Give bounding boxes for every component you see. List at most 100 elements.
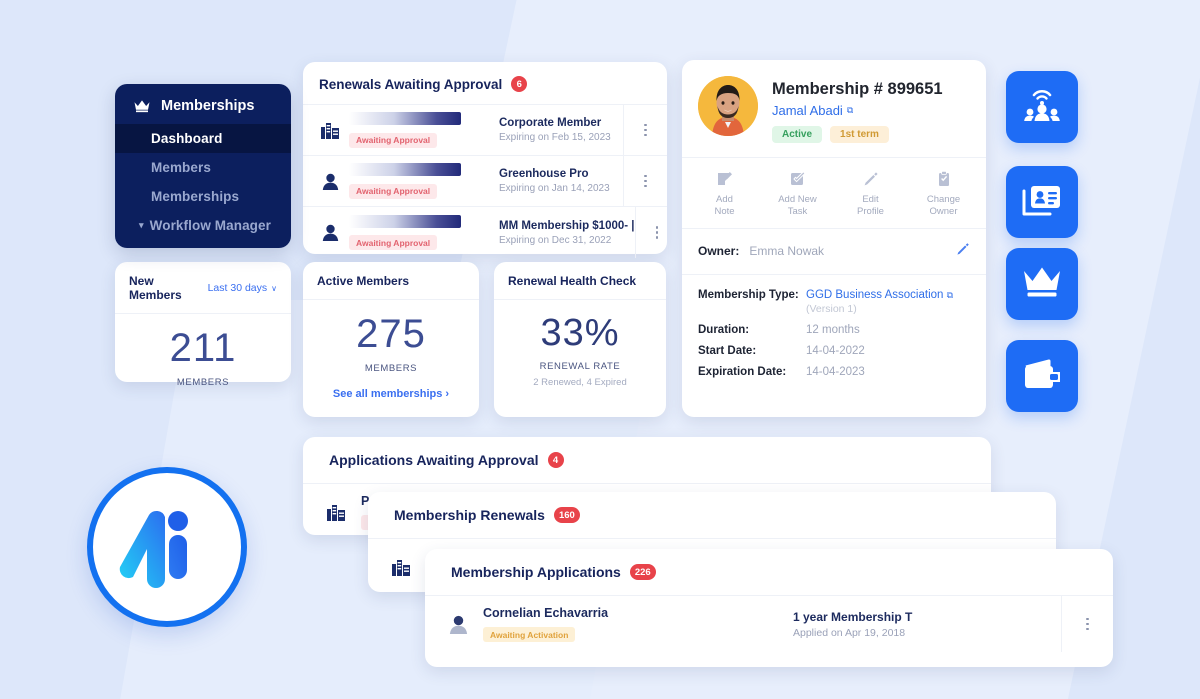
- ai-logo-mark: [119, 510, 188, 588]
- card-header: Active Members: [303, 262, 479, 300]
- table-row[interactable]: Cornelian Echavarria Awaiting Activation…: [425, 596, 1113, 652]
- clipboard-icon: [907, 170, 980, 188]
- ai-logo: [87, 467, 247, 627]
- stat-label: RENEWAL RATE: [539, 361, 621, 372]
- building-icon: [321, 504, 351, 521]
- table-row[interactable]: Awaiting Approval MM Membership $1000- |…: [303, 207, 667, 258]
- applied-date: Applied on Apr 19, 2018: [793, 626, 906, 639]
- card-title-text: Renewals Awaiting Approval: [319, 76, 503, 92]
- avatar: [698, 76, 758, 136]
- card-title: New Members: [129, 274, 208, 302]
- building-icon: [386, 559, 416, 576]
- crown-button[interactable]: [1006, 248, 1078, 320]
- field-value-wrap: GGD Business Association ⧉ (Version 1): [806, 289, 953, 315]
- sidebar-brand-label: Memberships: [161, 98, 255, 114]
- renewal-health-check-card: Renewal Health Check 33% RENEWAL RATE 2 …: [494, 262, 666, 417]
- detail-header: Membership # 899651 Jamal Abadi ⧉ Active…: [682, 60, 986, 158]
- redaction-bar: [349, 214, 461, 228]
- detail-header-text: Membership # 899651 Jamal Abadi ⧉ Active…: [772, 76, 943, 143]
- membership-type-link[interactable]: GGD Business Association ⧉: [806, 289, 953, 301]
- expiry-text: Expiring on Jan 14, 2023: [499, 183, 610, 194]
- card-title: Applications Awaiting Approval 4: [329, 452, 991, 468]
- field-duration: Duration: 12 months: [698, 324, 970, 336]
- change-owner-button[interactable]: Change Owner: [907, 170, 980, 218]
- wallet-button[interactable]: [1006, 340, 1078, 412]
- card-title-text: Applications Awaiting Approval: [329, 452, 539, 468]
- card-title-text: Membership Renewals: [394, 507, 545, 523]
- active-members-card: Active Members 275 MEMBERS See all membe…: [303, 262, 479, 417]
- see-all-memberships-link[interactable]: See all memberships ›: [303, 388, 479, 400]
- person-icon: [443, 615, 473, 634]
- stat-label: MEMBERS: [176, 377, 230, 388]
- sidebar-item-members[interactable]: Members: [115, 153, 291, 182]
- kebab-icon: [644, 174, 647, 188]
- card-title: Renewal Health Check: [508, 274, 636, 288]
- card-body: 211 MEMBERS: [115, 314, 291, 388]
- action-label: Add Note: [714, 194, 735, 217]
- row-menu-button[interactable]: [1061, 596, 1113, 652]
- sidebar-item-memberships[interactable]: Memberships: [115, 182, 291, 211]
- wallet-icon: [1023, 358, 1061, 395]
- card-title: Membership Renewals 160: [394, 507, 1056, 523]
- card-title: Active Members: [317, 274, 409, 288]
- membership-name: 1 year Membership T: [793, 609, 913, 624]
- redacted-member: Awaiting Approval: [345, 163, 495, 199]
- row-menu-button[interactable]: [623, 156, 667, 206]
- kebab-icon: [1086, 617, 1089, 631]
- card-header: Membership Renewals 160: [368, 492, 1056, 539]
- card-header: New Members Last 30 days ∨: [115, 262, 291, 314]
- row-details: MM Membership $1000- | Expiring on Dec 3…: [495, 220, 635, 246]
- row-menu-button[interactable]: [634, 207, 679, 258]
- table-row[interactable]: Awaiting Approval Corporate Member Expir…: [303, 105, 667, 156]
- card-title-text: Active Members: [317, 274, 410, 288]
- applicant-name: Cornelian Echavarria: [483, 605, 609, 620]
- chevron-down-icon: ∨: [271, 283, 277, 293]
- add-note-button[interactable]: Add Note: [688, 170, 761, 218]
- row-details: Corporate Member Expiring on Feb 15, 202…: [495, 117, 623, 143]
- community-network-button[interactable]: [1006, 71, 1078, 143]
- owner-row: Owner: Emma Nowak: [682, 229, 986, 275]
- sidebar-item-dashboard[interactable]: Dashboard: [115, 124, 291, 153]
- date-range-value: Last 30 days: [207, 282, 268, 294]
- kebab-icon: [655, 226, 659, 239]
- person-icon: [315, 224, 345, 241]
- sidebar-item-workflow-manager[interactable]: ▾ Workflow Manager: [115, 211, 291, 240]
- card-title-text: Renewal Health Check: [508, 274, 637, 288]
- table-row[interactable]: Awaiting Approval Greenhouse Pro Expirin…: [303, 156, 667, 207]
- owner-edit-button[interactable]: [956, 242, 970, 261]
- sidebar-item-label: Memberships: [151, 189, 240, 204]
- member-profile-link[interactable]: Jamal Abadi ⧉: [772, 103, 943, 118]
- expiry-text: Expiring on Feb 15, 2023: [499, 132, 611, 143]
- detail-fields: Membership Type: GGD Business Associatio…: [682, 275, 986, 378]
- row-menu-button[interactable]: [623, 105, 667, 155]
- sidebar-item-label: Workflow Manager: [149, 218, 271, 233]
- date-range-select[interactable]: Last 30 days ∨: [208, 282, 277, 294]
- action-label: Edit Profile: [857, 194, 884, 217]
- member-name: Jamal Abadi: [772, 103, 843, 118]
- sidebar-item-label: Dashboard: [151, 131, 223, 146]
- status-badge: Awaiting Approval: [349, 132, 438, 148]
- add-new-task-button[interactable]: Add New Task: [761, 170, 834, 218]
- building-icon: [315, 122, 345, 139]
- membership-name: Greenhouse Pro: [499, 168, 589, 180]
- membership-name: MM Membership $1000- |: [499, 219, 635, 232]
- stat-value: 275: [356, 312, 426, 356]
- card-header: Applications Awaiting Approval 4: [303, 437, 991, 484]
- id-cards-icon: [1022, 183, 1062, 222]
- crown-icon: [133, 99, 151, 113]
- field-value: 12 months: [806, 323, 860, 336]
- card-header: Renewal Health Check: [494, 262, 666, 300]
- sidebar-item-label: Members: [151, 160, 211, 175]
- redaction-bar: [349, 112, 461, 125]
- edit-profile-button[interactable]: Edit Profile: [834, 170, 907, 218]
- row-membership-info: 1 year Membership T Applied on Apr 19, 2…: [793, 610, 1061, 639]
- membership-applications-card: Membership Applications 226 Cornelian Ec…: [425, 549, 1113, 667]
- count-badge: 4: [547, 452, 564, 468]
- term-badge: 1st term: [830, 126, 889, 143]
- id-cards-button[interactable]: [1006, 166, 1078, 238]
- card-body: 33% RENEWAL RATE 2 Renewed, 4 Expired: [494, 300, 666, 388]
- card-title: Renewals Awaiting Approval 6: [319, 76, 651, 92]
- stat-value: 33%: [540, 312, 620, 354]
- task-check-icon: [761, 170, 834, 188]
- card-title-text: New Members: [129, 274, 182, 302]
